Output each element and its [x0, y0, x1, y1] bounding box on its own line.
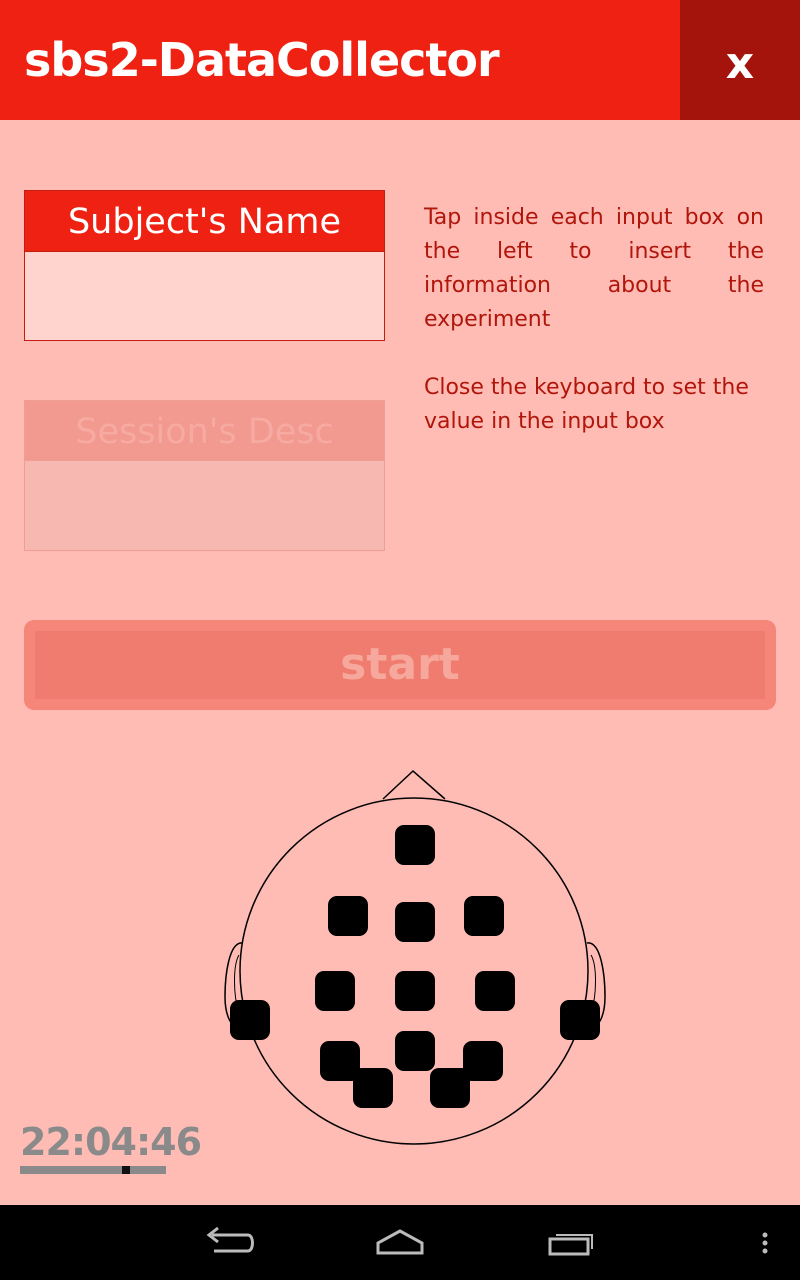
- subject-name-label: Subject's Name: [25, 191, 384, 252]
- app-title: sbs2-DataCollector: [24, 33, 500, 87]
- electrode: [395, 971, 435, 1011]
- start-button[interactable]: start: [24, 620, 776, 710]
- session-desc-input[interactable]: [25, 461, 384, 551]
- help-paragraph-2: Close the keyboard to set the value in t…: [424, 375, 749, 434]
- electrode: [230, 1000, 270, 1040]
- back-icon[interactable]: [200, 1223, 260, 1263]
- electrode: [560, 1000, 600, 1040]
- home-icon[interactable]: [370, 1223, 430, 1263]
- clock-text: 22:04:46: [20, 1120, 202, 1164]
- system-nav-bar: [0, 1205, 800, 1280]
- help-paragraph-1: Tap inside each input box on the left to…: [424, 205, 764, 332]
- electrode: [395, 902, 435, 942]
- electrode: [315, 971, 355, 1011]
- start-button-label: start: [340, 639, 460, 690]
- electrode: [328, 896, 368, 936]
- session-desc-field[interactable]: Session's Desc: [24, 400, 385, 551]
- subject-name-field[interactable]: Subject's Name: [24, 190, 385, 341]
- close-button[interactable]: x: [680, 0, 800, 120]
- electrode: [353, 1068, 393, 1108]
- electrode: [430, 1068, 470, 1108]
- recent-apps-icon[interactable]: [542, 1223, 602, 1263]
- electrode: [475, 971, 515, 1011]
- session-desc-label: Session's Desc: [25, 401, 384, 461]
- overflow-menu-icon[interactable]: [755, 1223, 775, 1263]
- electrode: [395, 1031, 435, 1071]
- progress-bar: [20, 1166, 166, 1174]
- electrode: [464, 896, 504, 936]
- progress-marker: [122, 1166, 130, 1174]
- subject-name-input[interactable]: [25, 252, 384, 341]
- app-bar: sbs2-DataCollector x: [0, 0, 800, 120]
- help-text: Tap inside each input box on the left to…: [424, 201, 764, 473]
- electrode: [395, 825, 435, 865]
- electrode-head-diagram: [224, 769, 606, 1145]
